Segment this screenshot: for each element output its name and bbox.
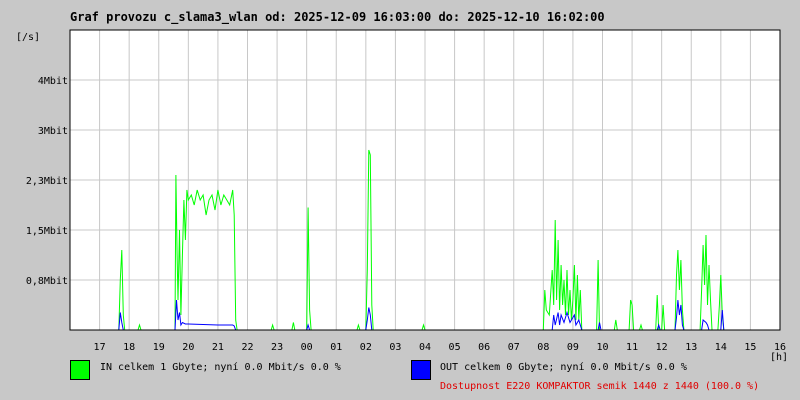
- x-tick-label: 15: [744, 342, 756, 353]
- y-tick-label: 1,5Mbit: [26, 226, 68, 237]
- y-tick-label: 0,8Mbit: [26, 276, 68, 287]
- x-tick-label: 00: [301, 342, 313, 353]
- y-tick-label: 3Mbit: [38, 126, 68, 137]
- x-tick-label: 02: [360, 342, 372, 353]
- y-axis-unit-label: [/s]: [16, 32, 40, 43]
- x-tick-label: 07: [508, 342, 520, 353]
- x-tick-label: 03: [389, 342, 401, 353]
- x-tick-label: 14: [715, 342, 727, 353]
- legend-in-label: IN celkem 1 Gbyte; nyní 0.0 Mbit/s 0.0 %: [100, 362, 341, 373]
- legend-in-swatch: [70, 360, 90, 380]
- x-tick-label: 23: [271, 342, 283, 353]
- traffic-chart: 17 18 19 20 21 22 23 00 01 02 03 04 05 06 07 08 09 10 11 12…: [16, 29, 788, 363]
- x-tick-label: 06: [478, 342, 490, 353]
- x-tick-label: 01: [330, 342, 342, 353]
- x-tick-label: 10: [596, 342, 608, 353]
- x-tick-label: 22: [241, 342, 253, 353]
- legend-out-label: OUT celkem 0 Gbyte; nyní 0.0 Mbit/s 0.0 …: [440, 362, 687, 373]
- x-tick-label: 19: [153, 342, 165, 353]
- x-axis-unit-label: [h]: [770, 352, 788, 363]
- x-tick-label: 11: [626, 342, 638, 353]
- x-tick-label: 04: [419, 342, 431, 353]
- x-tick-label: 08: [537, 342, 549, 353]
- legend-out-swatch: [411, 360, 431, 380]
- x-tick-label: 12: [656, 342, 668, 353]
- x-tick-label: 05: [449, 342, 461, 353]
- x-tick-label: 13: [685, 342, 697, 353]
- x-tick-label: 20: [182, 342, 194, 353]
- x-tick-label: 21: [212, 342, 224, 353]
- x-tick-label: 18: [123, 342, 135, 353]
- x-tick-label: 17: [94, 342, 106, 353]
- y-tick-label: 4Mbit: [38, 76, 68, 87]
- availability-text: Dostupnost E220 KOMPAKTOR semik 1440 z 1…: [440, 381, 760, 392]
- y-tick-label: 2,3Mbit: [26, 176, 68, 187]
- chart-window: Graf provozu c_slama3_wlan od: 2025-12-0…: [0, 0, 800, 400]
- x-tick-label: 09: [567, 342, 579, 353]
